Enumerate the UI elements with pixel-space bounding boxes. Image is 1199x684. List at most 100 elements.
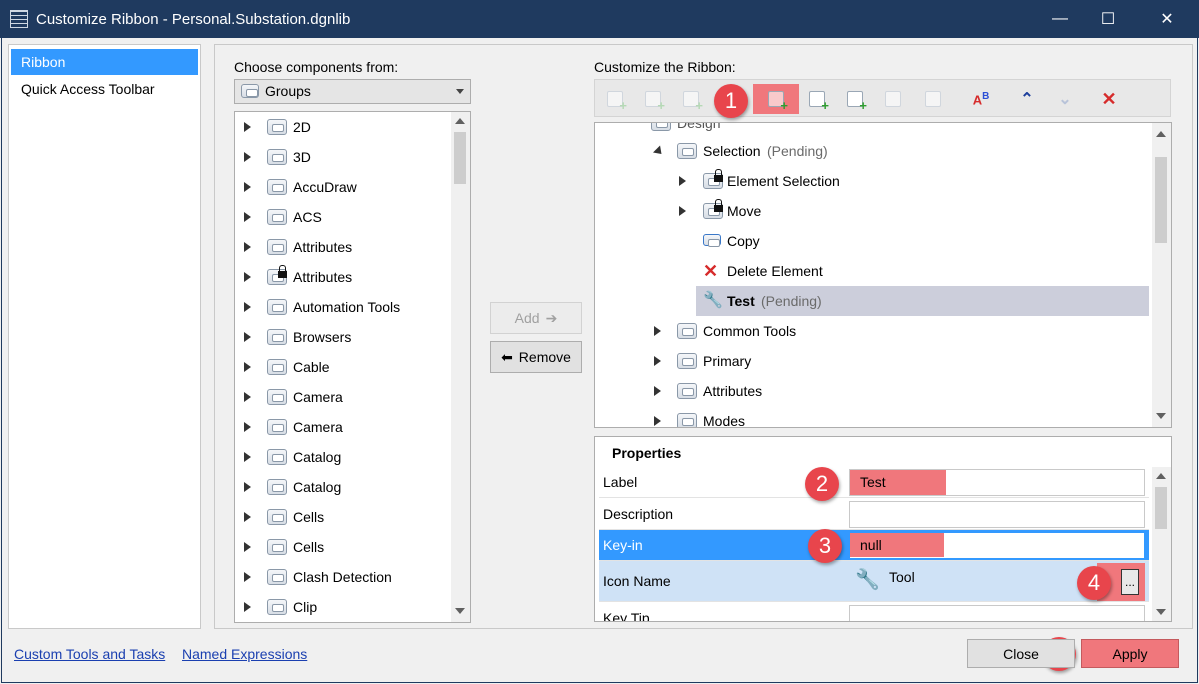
named-expressions-link[interactable]: Named Expressions — [182, 646, 307, 662]
copy-item-button[interactable] — [917, 84, 949, 114]
scroll-up-icon[interactable] — [1156, 473, 1166, 479]
sort-button[interactable]: AB — [965, 84, 997, 114]
property-row-label[interactable]: Label Test — [599, 467, 1149, 498]
new-separator-button[interactable] — [877, 84, 909, 114]
expand-icon[interactable] — [244, 242, 251, 252]
new-split-button[interactable]: + — [801, 84, 833, 114]
components-combo[interactable]: Groups — [234, 79, 471, 104]
component-list-item[interactable]: Clip — [235, 592, 450, 622]
group-icon — [677, 143, 697, 159]
property-row-description[interactable]: Description — [599, 499, 1149, 530]
custom-tools-link[interactable]: Custom Tools and Tasks — [14, 646, 165, 662]
components-list[interactable]: 2D 3D AccuDraw ACS Attributes Attributes Autom… — [234, 111, 471, 623]
scroll-thumb[interactable] — [454, 132, 466, 184]
delete-button[interactable]: ✕ — [1093, 84, 1125, 114]
tree-scrollbar[interactable] — [1152, 123, 1171, 427]
scroll-thumb[interactable] — [1155, 487, 1167, 529]
component-list-item[interactable]: Cable — [235, 352, 450, 382]
expand-icon[interactable] — [654, 386, 661, 396]
expand-icon[interactable] — [244, 212, 251, 222]
expand-icon[interactable] — [654, 416, 661, 426]
component-list-item[interactable]: Attributes — [235, 232, 450, 262]
expand-icon[interactable] — [244, 302, 251, 312]
close-window-button[interactable]: ✕ — [1141, 0, 1193, 38]
expand-icon[interactable] — [244, 602, 251, 612]
expand-icon[interactable] — [244, 512, 251, 522]
tree-item-selection[interactable]: Selection (Pending) — [652, 136, 1153, 166]
tree-item-copy[interactable]: Copy — [679, 226, 1139, 256]
expand-icon[interactable] — [654, 326, 661, 336]
components-scrollbar[interactable] — [451, 112, 470, 622]
component-list-item[interactable]: Camera — [235, 412, 450, 442]
expand-icon[interactable] — [244, 122, 251, 132]
property-row-key-tip[interactable]: Key Tip — [599, 603, 1149, 621]
component-list-item[interactable]: 3D — [235, 142, 450, 172]
label-value-field[interactable]: Test — [849, 469, 1145, 496]
expand-icon[interactable] — [244, 152, 251, 162]
new-panel-button[interactable]: + — [675, 84, 707, 114]
move-up-button[interactable]: ⌃ — [1011, 84, 1043, 114]
properties-scrollbar[interactable] — [1152, 467, 1171, 621]
expand-icon[interactable] — [244, 422, 251, 432]
tree-item-modes[interactable]: Modes — [653, 406, 1143, 427]
expand-icon[interactable] — [679, 206, 686, 216]
expand-icon[interactable] — [244, 182, 251, 192]
expand-icon[interactable] — [244, 482, 251, 492]
tree-item-common-tools[interactable]: Common Tools — [653, 316, 1143, 346]
nav-item-ribbon[interactable]: Ribbon — [11, 49, 198, 75]
tree-item-primary[interactable]: Primary — [653, 346, 1143, 376]
scroll-down-icon[interactable] — [1156, 609, 1166, 615]
property-row-icon-name[interactable]: Icon Name 🔧 Tool ... — [599, 561, 1149, 602]
add-button[interactable]: Add ➔ — [490, 302, 582, 334]
description-value-field[interactable] — [849, 501, 1145, 528]
maximize-button[interactable]: ☐ — [1085, 0, 1131, 38]
component-list-item[interactable]: Cells — [235, 502, 450, 532]
tree-item-delete-element[interactable]: ✕ Delete Element — [679, 256, 1139, 286]
tree-item-label: Delete Element — [727, 263, 823, 279]
expand-icon[interactable] — [244, 542, 251, 552]
component-list-item[interactable]: AccuDraw — [235, 172, 450, 202]
component-list-item[interactable]: 2D — [235, 112, 450, 142]
component-list-item[interactable]: Camera — [235, 382, 450, 412]
key-tip-value-field[interactable] — [849, 605, 1145, 621]
browse-icon-button[interactable]: ... — [1121, 569, 1139, 595]
tree-item-attributes[interactable]: Attributes — [653, 376, 1143, 406]
expand-icon[interactable] — [244, 272, 251, 282]
nav-item-quick-access-toolbar[interactable]: Quick Access Toolbar — [11, 76, 198, 102]
tree-item-element-selection[interactable]: Element Selection — [679, 166, 1139, 196]
new-group-button[interactable]: + — [637, 84, 669, 114]
scroll-down-icon[interactable] — [455, 608, 465, 614]
new-tool-button[interactable]: + — [753, 84, 799, 114]
component-list-item[interactable]: Attributes — [235, 262, 450, 292]
apply-button[interactable]: Apply — [1081, 639, 1179, 668]
component-list-item[interactable]: Automation Tools — [235, 292, 450, 322]
close-button[interactable]: Close — [967, 639, 1075, 668]
expand-icon[interactable] — [654, 356, 661, 366]
ribbon-tree[interactable]: Design Selection (Pending) Element Selec… — [594, 122, 1172, 428]
new-item-button[interactable]: + — [839, 84, 871, 114]
component-list-item[interactable]: Catalog — [235, 442, 450, 472]
scroll-thumb[interactable] — [1155, 157, 1167, 243]
component-list-item[interactable]: Browsers — [235, 322, 450, 352]
expand-icon[interactable] — [244, 362, 251, 372]
keyin-value-field[interactable]: null — [849, 532, 1145, 559]
property-row-keyin[interactable]: Key-in null — [599, 530, 1149, 561]
expand-icon[interactable] — [244, 572, 251, 582]
tree-item-move[interactable]: Move — [679, 196, 1139, 226]
move-down-button[interactable]: ⌄ — [1049, 84, 1081, 114]
expand-icon[interactable] — [679, 176, 686, 186]
component-list-item[interactable]: ACS — [235, 202, 450, 232]
component-list-item[interactable]: Cells — [235, 532, 450, 562]
minimize-button[interactable]: — — [1037, 0, 1083, 38]
expand-icon[interactable] — [244, 452, 251, 462]
scroll-down-icon[interactable] — [1156, 413, 1166, 419]
component-list-item[interactable]: Catalog — [235, 472, 450, 502]
component-list-item[interactable]: Clash Detection — [235, 562, 450, 592]
new-tab-button[interactable]: + — [599, 84, 631, 114]
remove-button[interactable]: ⬅ Remove — [490, 341, 582, 373]
scroll-up-icon[interactable] — [455, 118, 465, 124]
expand-icon[interactable] — [244, 392, 251, 402]
scroll-up-icon[interactable] — [1156, 131, 1166, 137]
tree-item-test[interactable]: 🔧 Test (Pending) — [696, 286, 1149, 316]
expand-icon[interactable] — [244, 332, 251, 342]
